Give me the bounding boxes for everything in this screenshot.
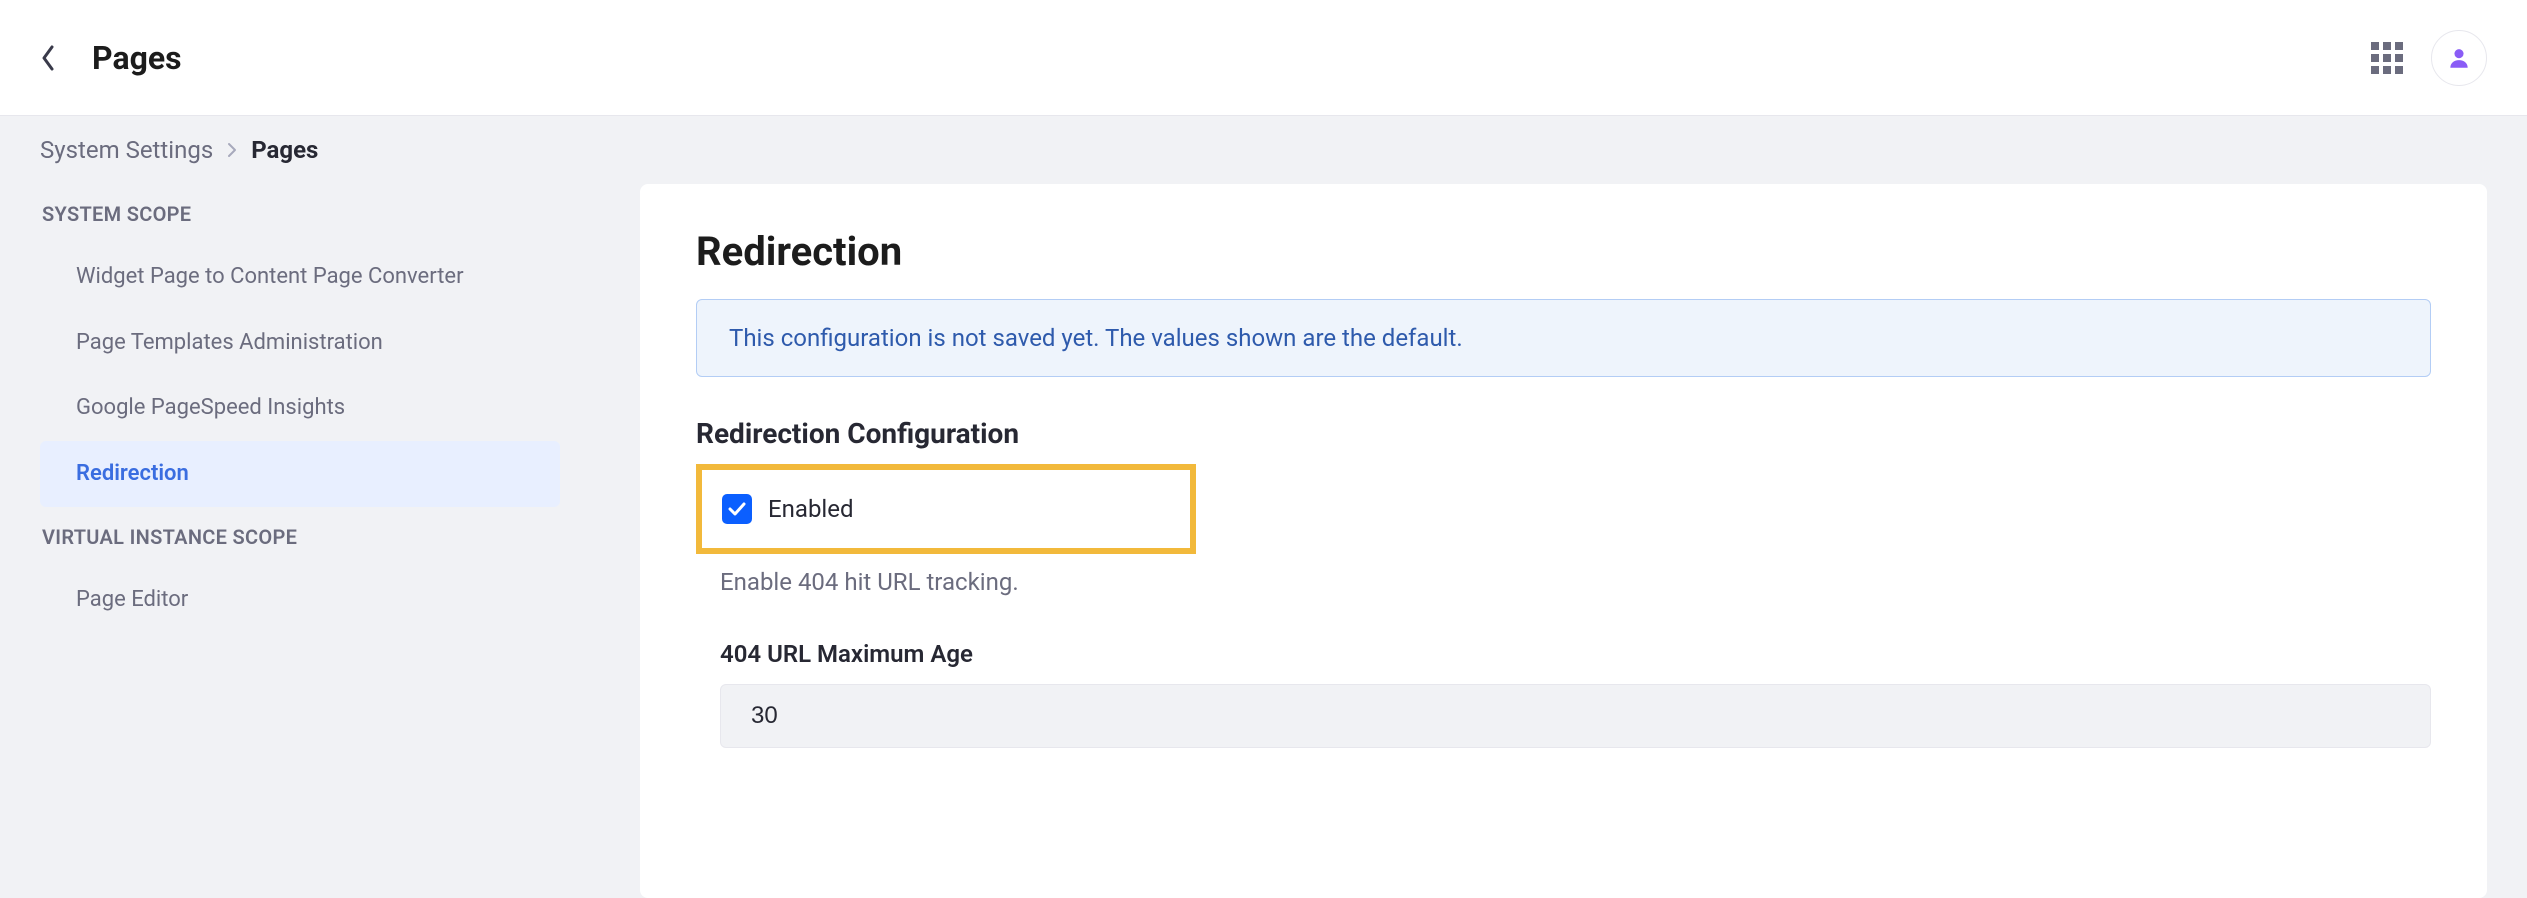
nav-widget-page-converter[interactable]: Widget Page to Content Page Converter: [40, 244, 560, 310]
chevron-left-icon: [40, 45, 56, 71]
breadcrumb-parent-link[interactable]: System Settings: [40, 136, 213, 164]
breadcrumb: System Settings Pages: [0, 116, 2527, 184]
enabled-checkbox-row: Enabled: [722, 494, 1170, 524]
enabled-label: Enabled: [768, 495, 854, 523]
info-banner: This configuration is not saved yet. The…: [696, 299, 2431, 377]
apps-grid-icon: [2371, 42, 2403, 74]
main-row: SYSTEM SCOPE Widget Page to Content Page…: [0, 184, 2527, 898]
scope-heading-virtual-instance: VIRTUAL INSTANCE SCOPE: [40, 507, 560, 567]
nav-page-templates-admin[interactable]: Page Templates Administration: [40, 310, 560, 376]
section-heading: Redirection Configuration: [696, 417, 2431, 450]
check-icon: [728, 502, 746, 516]
content: System Settings Pages SYSTEM SCOPE Widge…: [0, 116, 2527, 898]
panel-title: Redirection: [696, 228, 2431, 275]
topbar-right: [2363, 30, 2487, 86]
sidebar: SYSTEM SCOPE Widget Page to Content Page…: [40, 184, 560, 898]
enabled-highlight: Enabled: [696, 464, 1196, 554]
enabled-help-text: Enable 404 hit URL tracking.: [720, 568, 2431, 596]
user-icon: [2446, 45, 2472, 71]
nav-page-editor[interactable]: Page Editor: [40, 567, 560, 633]
scope-heading-system: SYSTEM SCOPE: [40, 184, 560, 244]
topbar: Pages: [0, 0, 2527, 116]
page-title: Pages: [92, 39, 182, 77]
back-button[interactable]: [32, 42, 64, 74]
breadcrumb-current: Pages: [251, 136, 318, 164]
topbar-left: Pages: [32, 39, 182, 77]
max-age-input[interactable]: [720, 684, 2431, 748]
user-avatar-button[interactable]: [2431, 30, 2487, 86]
max-age-label: 404 URL Maximum Age: [720, 640, 2431, 668]
nav-redirection[interactable]: Redirection: [40, 441, 560, 507]
settings-panel: Redirection This configuration is not sa…: [640, 184, 2487, 898]
nav-google-pagespeed[interactable]: Google PageSpeed Insights: [40, 375, 560, 441]
apps-menu-button[interactable]: [2363, 34, 2411, 82]
chevron-right-icon: [227, 136, 237, 164]
enabled-checkbox[interactable]: [722, 494, 752, 524]
